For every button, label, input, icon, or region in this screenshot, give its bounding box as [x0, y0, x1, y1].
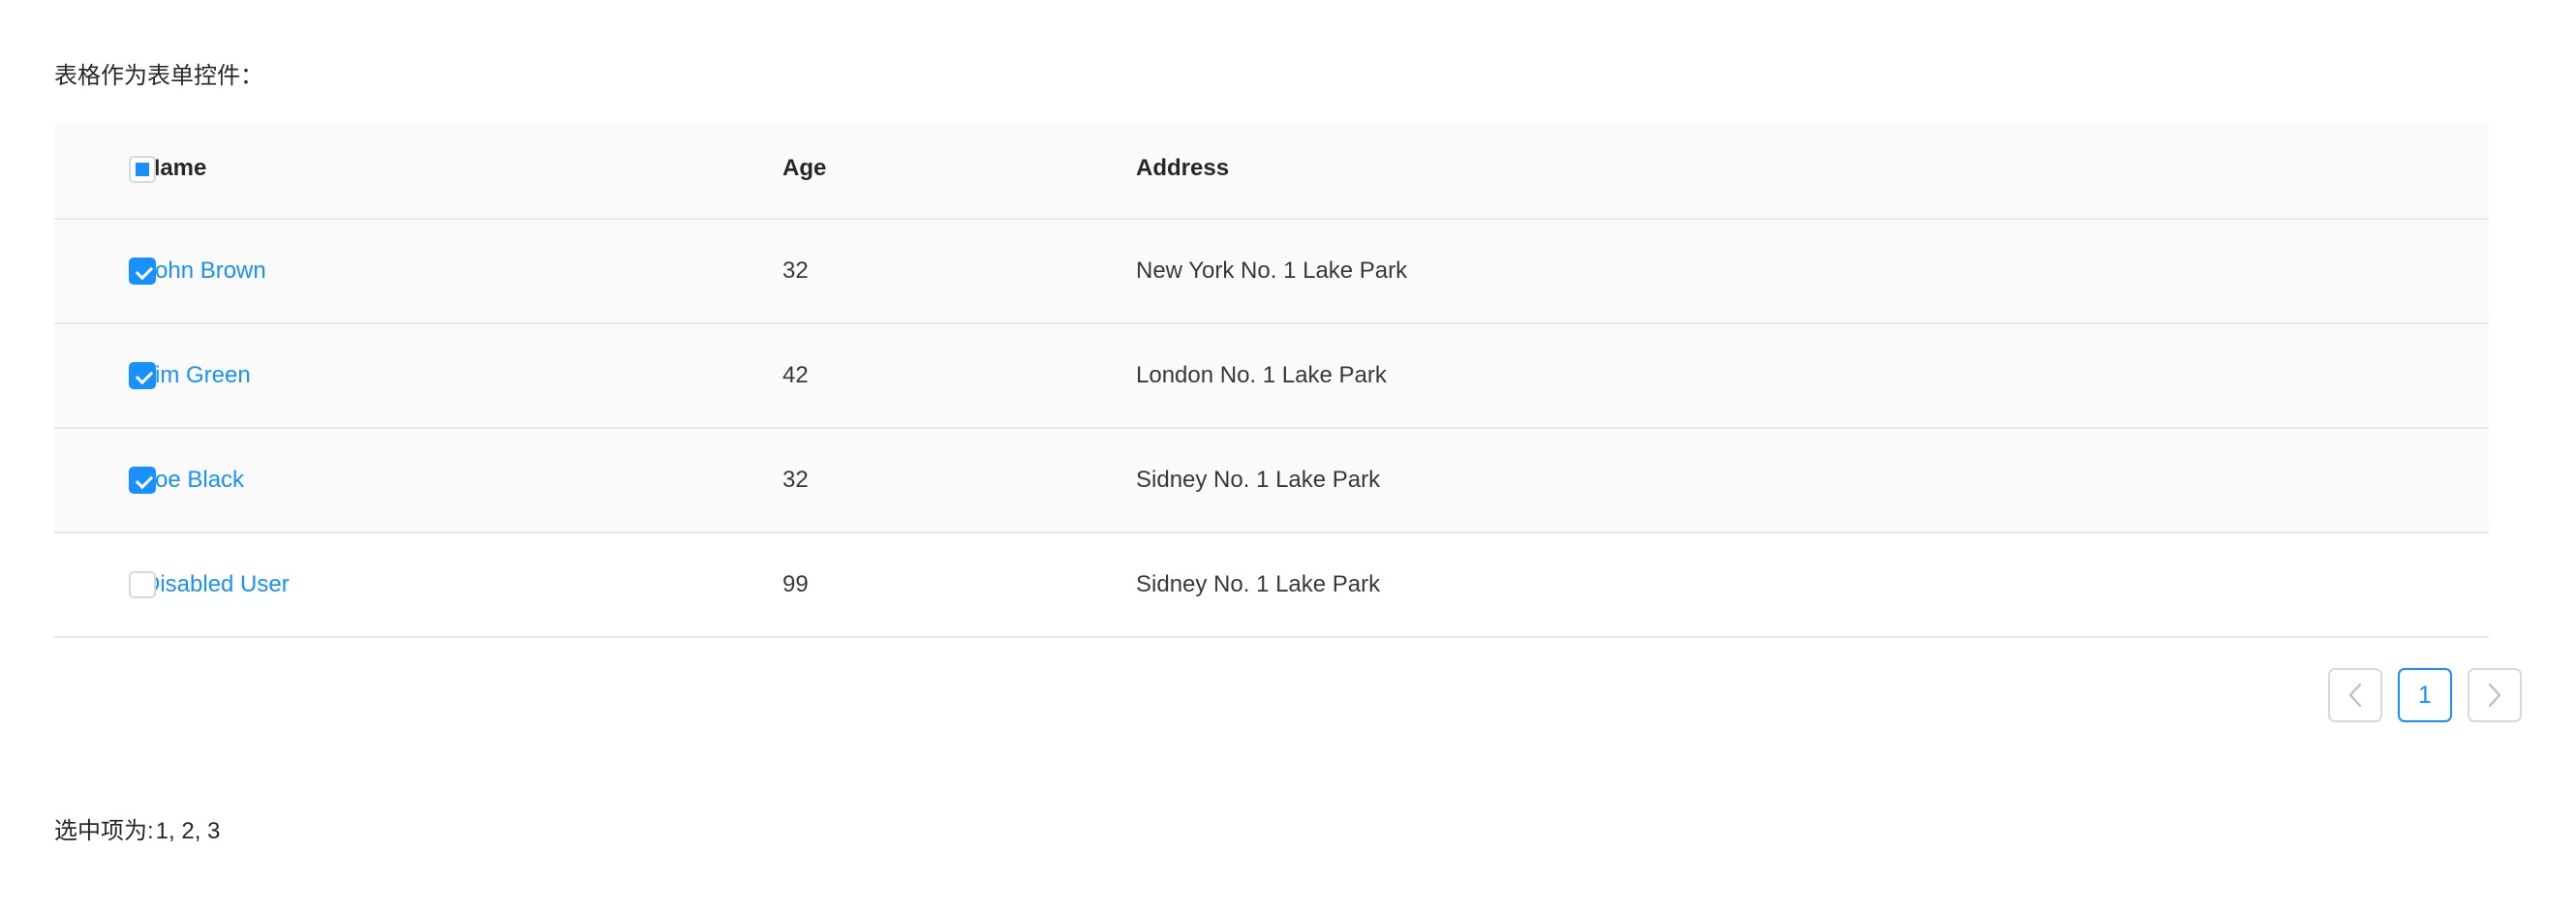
selection-status: 选中项为:1, 2, 3: [54, 816, 220, 847]
header-cell-address: Address: [1136, 121, 2489, 220]
table-header: Name Age Address: [54, 121, 2489, 220]
table-container: Name Age Address John Brown 32 New York …: [54, 121, 2489, 638]
page-title: 表格作为表单控件：: [54, 63, 263, 89]
select-all-checkbox[interactable]: [129, 155, 156, 183]
header-cell-selection: [54, 121, 156, 220]
table-header-row: Name Age Address: [54, 121, 2489, 220]
header-cell-age: Age: [782, 121, 1136, 220]
row-selection-cell: [54, 218, 156, 324]
pagination-prev-button[interactable]: [2328, 668, 2382, 722]
selection-status-values: 1, 2, 3: [155, 818, 221, 844]
table-row[interactable]: Disabled User 99 Sidney No. 1 Lake Park: [54, 532, 2489, 638]
data-table: Name Age Address John Brown 32 New York …: [54, 121, 2489, 638]
chevron-right-icon: [2487, 683, 2502, 708]
row-name-cell: Disabled User: [143, 532, 782, 638]
row-address-cell: Sidney No. 1 Lake Park: [1136, 532, 2489, 638]
row-checkbox[interactable]: [129, 258, 156, 286]
row-selection-cell: [54, 532, 156, 638]
chevron-left-icon: [2347, 683, 2363, 708]
row-name-link[interactable]: Jim Green: [143, 362, 251, 388]
row-age-cell: 32: [782, 427, 1136, 533]
row-address-cell: New York No. 1 Lake Park: [1136, 218, 2489, 324]
row-checkbox[interactable]: [129, 362, 156, 390]
page-root: 表格作为表单控件： Name Age Address John Brown 32…: [0, 0, 2576, 912]
row-address-cell: Sidney No. 1 Lake Park: [1136, 427, 2489, 533]
row-name-cell: John Brown: [143, 218, 782, 324]
row-age-cell: 99: [782, 532, 1136, 638]
row-checkbox[interactable]: [129, 571, 156, 599]
table-row[interactable]: Joe Black 32 Sidney No. 1 Lake Park: [54, 427, 2489, 533]
row-name-link[interactable]: John Brown: [143, 258, 266, 284]
pagination: 1: [2328, 668, 2522, 722]
row-name-cell: Jim Green: [143, 322, 782, 429]
row-age-cell: 32: [782, 218, 1136, 324]
row-selection-cell: [54, 427, 156, 533]
row-name-link[interactable]: Joe Black: [143, 467, 244, 493]
header-cell-name: Name: [143, 121, 782, 220]
table-body: John Brown 32 New York No. 1 Lake Park J…: [54, 218, 2489, 638]
row-checkbox[interactable]: [129, 467, 156, 495]
row-name-cell: Joe Black: [143, 427, 782, 533]
table-row[interactable]: John Brown 32 New York No. 1 Lake Park: [54, 218, 2489, 324]
pagination-page-1[interactable]: 1: [2398, 668, 2452, 722]
pagination-next-button[interactable]: [2468, 668, 2522, 722]
row-name-link[interactable]: Disabled User: [143, 571, 290, 597]
row-address-cell: London No. 1 Lake Park: [1136, 322, 2489, 429]
row-age-cell: 42: [782, 322, 1136, 429]
table-row[interactable]: Jim Green 42 London No. 1 Lake Park: [54, 322, 2489, 429]
row-selection-cell: [54, 322, 156, 429]
selection-status-label: 选中项为:: [54, 818, 154, 844]
